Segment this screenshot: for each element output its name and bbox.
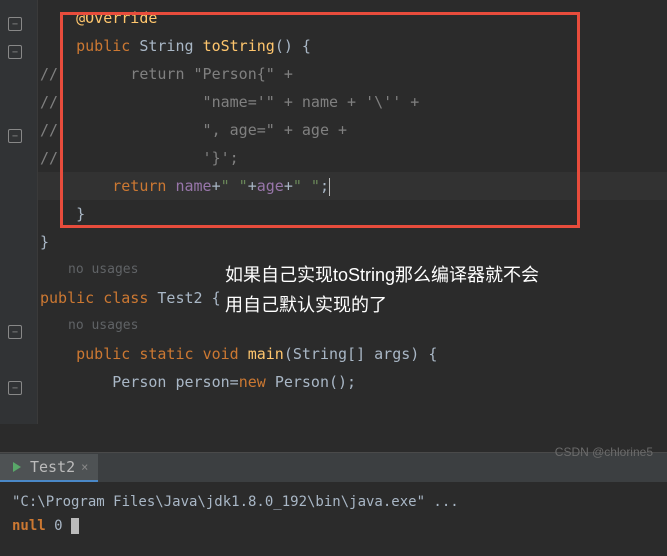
code-line-comment[interactable]: // "name='" + name + '\'' +: [38, 88, 667, 116]
code-line[interactable]: }: [38, 200, 667, 228]
console-output[interactable]: "C:\Program Files\Java\jdk1.8.0_192\bin\…: [0, 482, 667, 546]
gutter: − − − − −: [0, 0, 38, 424]
code-line-comment[interactable]: // return "Person{" +: [38, 60, 667, 88]
code-line[interactable]: Person person=new Person();: [38, 368, 667, 396]
code-line-comment[interactable]: // '}';: [38, 144, 667, 172]
close-icon[interactable]: ×: [81, 460, 88, 474]
console-cursor: [71, 518, 79, 534]
usage-hint: no usages: [38, 312, 667, 340]
code-line[interactable]: public String toString() {: [38, 32, 667, 60]
code-line[interactable]: public class Test2 {: [38, 284, 667, 312]
run-icon: [10, 460, 24, 474]
code-line-comment[interactable]: // ", age=" + age +: [38, 116, 667, 144]
fold-icon[interactable]: −: [8, 325, 22, 339]
text-cursor: [329, 178, 330, 196]
watermark: CSDN @chlorine5: [555, 445, 653, 459]
code-line[interactable]: }: [38, 228, 667, 256]
console-command: "C:\Program Files\Java\jdk1.8.0_192\bin\…: [12, 490, 655, 514]
code-content[interactable]: @Override public String toString() { // …: [38, 4, 667, 424]
console-output-line: null 0: [12, 514, 655, 538]
run-tab[interactable]: Test2 ×: [0, 454, 98, 482]
fold-icon[interactable]: −: [8, 381, 22, 395]
code-line-current[interactable]: return name+" "+age+" ";: [38, 172, 667, 200]
code-editor[interactable]: − − − − − @Override public String toStri…: [0, 0, 667, 424]
fold-icon[interactable]: −: [8, 45, 22, 59]
code-line[interactable]: [38, 396, 667, 424]
code-line[interactable]: @Override: [38, 4, 667, 32]
usage-hint: no usages: [38, 256, 667, 284]
fold-icon[interactable]: −: [8, 17, 22, 31]
code-line[interactable]: public static void main(String[] args) {: [38, 340, 667, 368]
fold-icon[interactable]: −: [8, 129, 22, 143]
tab-label: Test2: [30, 458, 75, 476]
